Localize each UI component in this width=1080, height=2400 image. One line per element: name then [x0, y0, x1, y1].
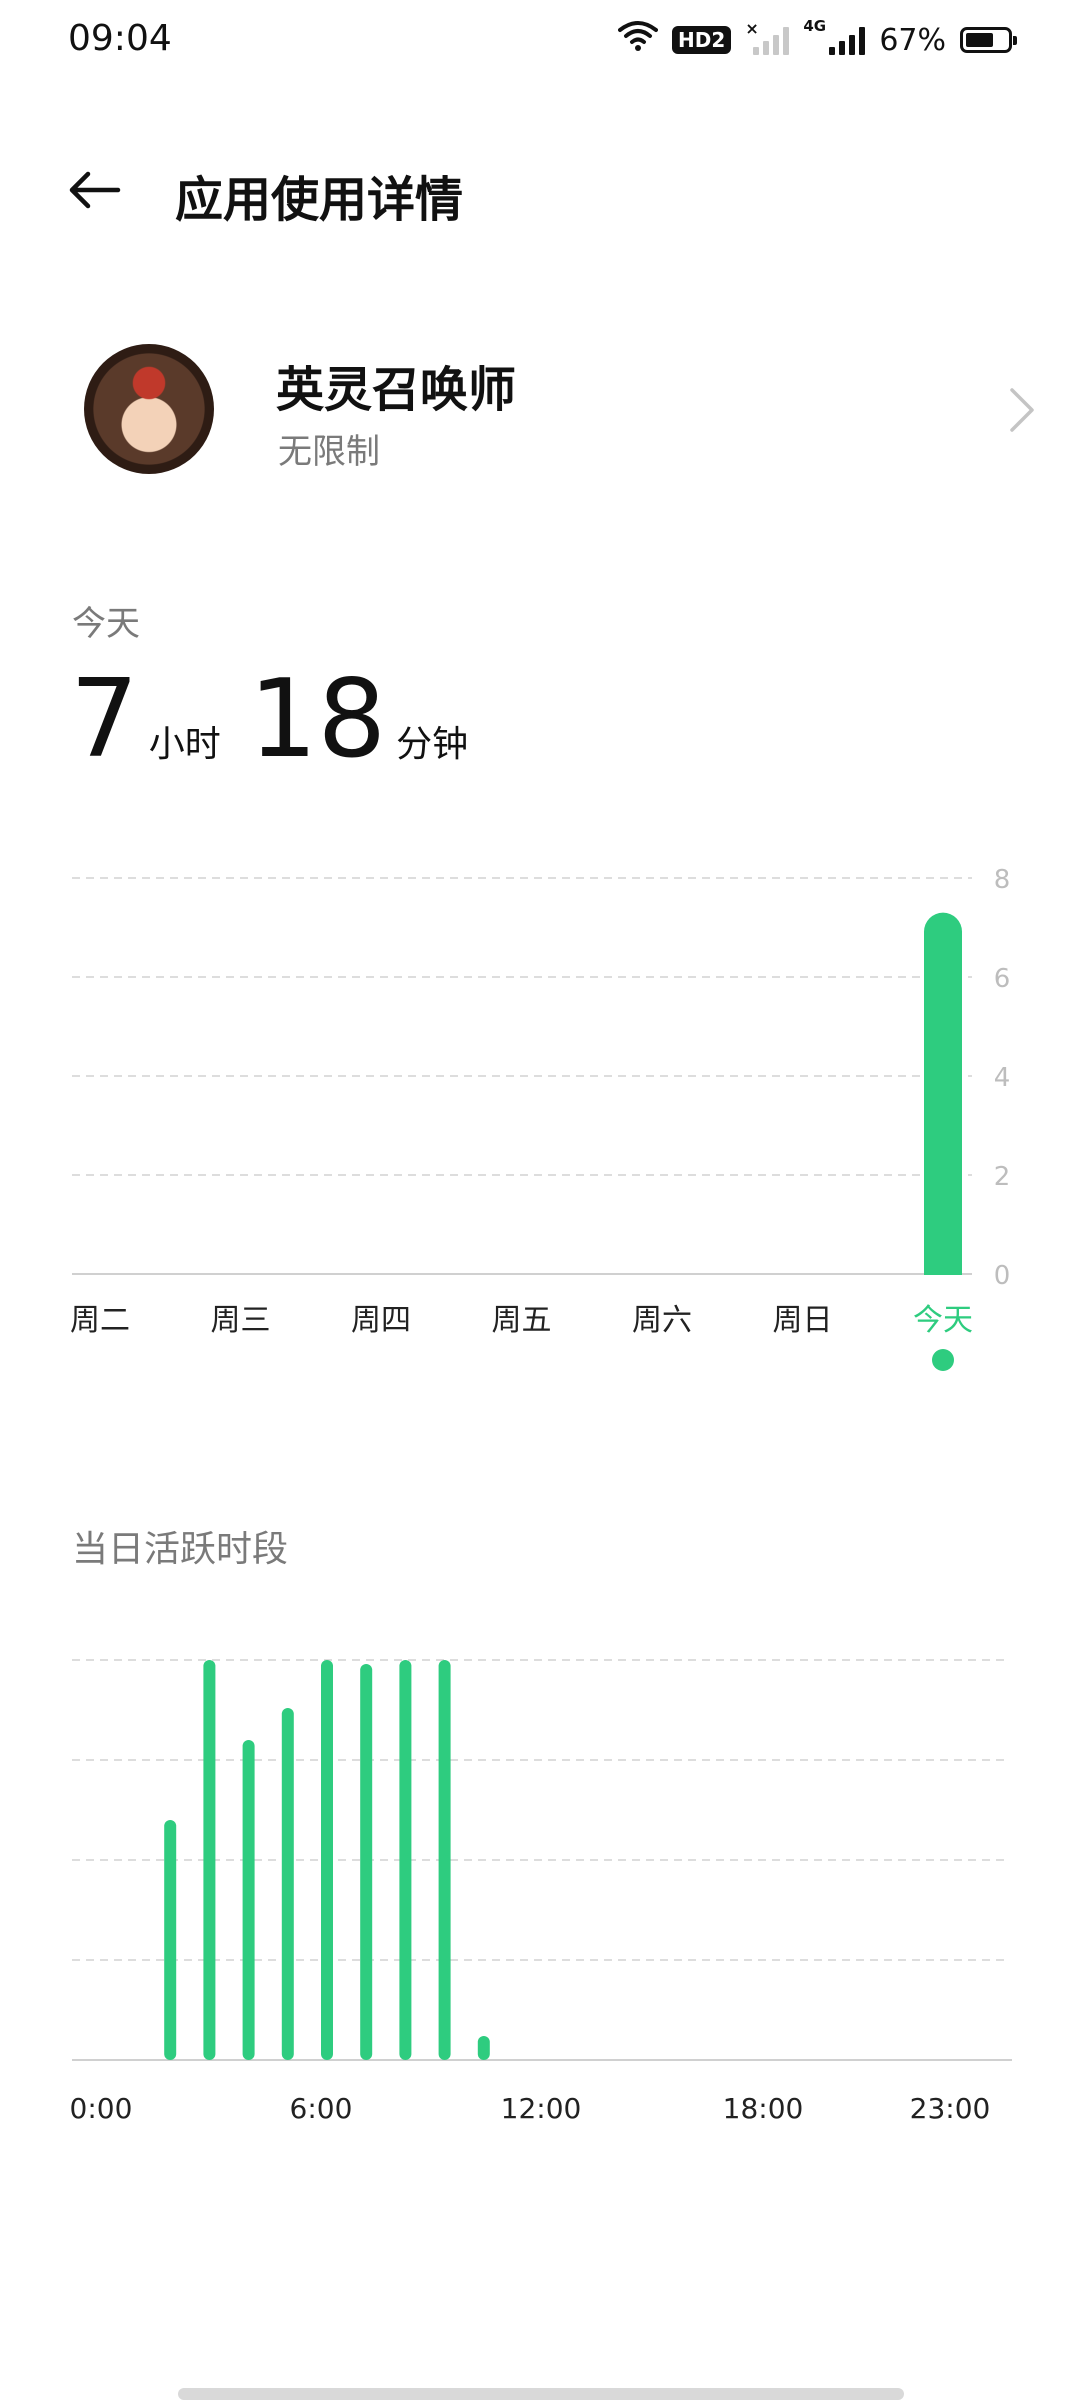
x-tick-label: 6:00	[290, 2092, 353, 2125]
week-day-label[interactable]: 周五	[492, 1303, 552, 1338]
hourly-activity-chart: 0:00 6:00 12:00 18:00 23:00	[70, 1659, 1012, 2125]
y-tick-label: 8	[994, 865, 1011, 895]
status-time: 09:04	[68, 18, 172, 59]
gesture-nav-bar[interactable]	[178, 2388, 904, 2400]
hour-bar	[242, 1740, 255, 2060]
network-type: 4G	[803, 17, 827, 35]
x-tick-label: 0:00	[70, 2092, 133, 2125]
x-tick-label: 23:00	[910, 2092, 991, 2125]
week-day-label[interactable]: 周二	[70, 1303, 130, 1338]
usage-minutes-unit: 分钟	[396, 724, 469, 765]
y-tick-label: 2	[994, 1162, 1011, 1192]
usage-hours-unit: 小时	[148, 724, 221, 765]
week-day-label[interactable]: 周三	[211, 1303, 271, 1338]
usage-total: 7 小时 18 分钟	[70, 666, 496, 774]
week-day-label[interactable]: 今天	[913, 1303, 973, 1338]
back-button[interactable]	[58, 162, 130, 218]
hour-bar	[321, 1660, 333, 2060]
usage-minutes: 18	[248, 657, 387, 782]
week-day-label[interactable]: 周日	[773, 1303, 833, 1338]
y-tick-label: 4	[994, 1063, 1011, 1093]
week-day-label[interactable]: 周四	[351, 1303, 411, 1338]
status-icons: HD2 × 4G 67%	[618, 16, 1017, 64]
hd-badge: HD2	[672, 26, 732, 54]
chevron-right-icon	[1010, 388, 1034, 432]
app-info-card[interactable]: 英灵召唤师 无限制	[0, 320, 1080, 500]
hour-bar	[203, 1660, 216, 2060]
x-tick-label: 12:00	[501, 2092, 582, 2125]
battery-percent: 67%	[879, 22, 946, 58]
hour-bar	[438, 1660, 451, 2060]
y-tick-label: 0	[994, 1261, 1011, 1291]
signal-sim1-icon: ×	[745, 19, 790, 55]
signal-sim2-icon: 4G	[803, 17, 866, 55]
week-bar[interactable]	[924, 912, 962, 1275]
usage-hours: 7	[70, 657, 139, 782]
selected-day-dot	[932, 1349, 954, 1371]
app-limit-status: 无限制	[278, 432, 380, 472]
hour-bar	[477, 2036, 490, 2060]
weekly-usage-chart: 0 2 4 6 8 周二 周三 周四 周五 周六 周日 今天	[70, 865, 1011, 1371]
activity-section-label: 当日活跃时段	[72, 1529, 289, 1570]
hour-bar	[164, 1820, 177, 2060]
hour-bar	[399, 1660, 412, 2060]
hour-bar	[281, 1708, 294, 2060]
week-bar-base	[924, 1252, 962, 1275]
app-name: 英灵召唤师	[276, 362, 517, 418]
page-title: 应用使用详情	[175, 172, 464, 228]
week-day-label[interactable]: 周六	[632, 1303, 692, 1338]
arrow-left-icon	[69, 171, 121, 209]
battery-icon	[960, 27, 1017, 53]
hour-bar	[360, 1664, 373, 2060]
y-tick-label: 6	[994, 964, 1011, 994]
x-tick-label: 18:00	[723, 2092, 804, 2125]
app-avatar	[84, 344, 214, 474]
today-label: 今天	[72, 604, 140, 644]
wifi-icon	[618, 20, 659, 60]
